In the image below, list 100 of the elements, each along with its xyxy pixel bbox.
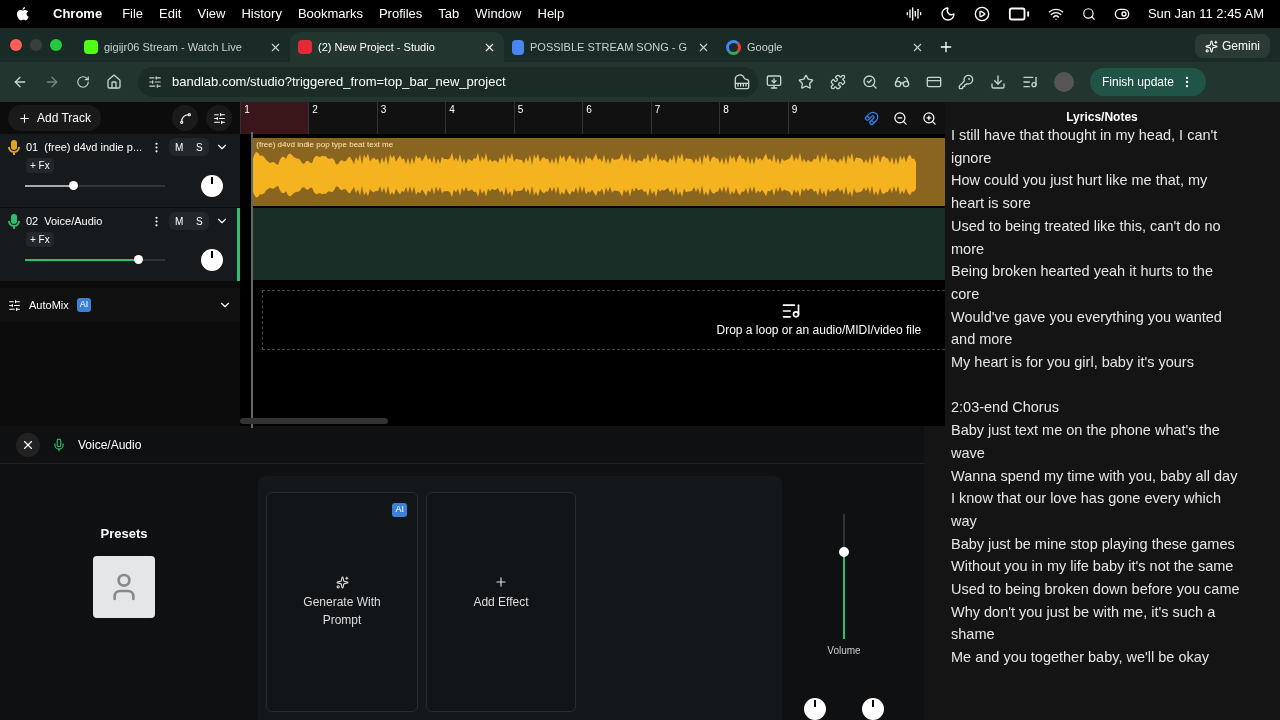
pan-knob[interactable] [201, 175, 224, 197]
gemini-button[interactable]: Gemini [1195, 34, 1270, 58]
tab-title: (2) New Project - Studio [318, 39, 436, 55]
clip-title: (free) d4vd indie pop type beat text me [255, 139, 395, 150]
solo-button[interactable]: S [189, 138, 210, 156]
pan-knob[interactable] [862, 698, 884, 720]
lyric-line: Why don't you just be with me, it's such a shame [951, 602, 1217, 645]
search-icon [1081, 7, 1096, 21]
add-track-button[interactable]: Add Track [8, 105, 102, 131]
bar-number: 2 [308, 102, 377, 134]
plus-icon [494, 575, 508, 589]
lyric-line: Baby just text me on the phone what's the wave [951, 421, 1221, 463]
ai-badge: AI [392, 503, 407, 517]
browser-tab[interactable]: (2) New Project - Studio [290, 32, 504, 62]
menu-item[interactable]: File [114, 4, 152, 24]
fit-button[interactable] [206, 105, 233, 131]
browser-tab[interactable]: gigijr06 Stream - Watch Live [76, 32, 290, 62]
control-center-icon [1113, 6, 1130, 22]
maximize-window-button[interactable] [50, 39, 62, 51]
lyric-line: I still have that thought in my head, I can't ignore [951, 126, 1219, 168]
plus-icon [18, 111, 31, 125]
track-number: 01 [26, 139, 39, 155]
volume-label: Volume [827, 644, 861, 658]
mic-icon [52, 437, 66, 452]
menu-item[interactable]: Tab [430, 4, 468, 24]
install-icon [766, 74, 782, 90]
url-text: bandlab.com/studio?triggered_from=top_bar_new_project [172, 73, 506, 92]
reload-icon [76, 75, 90, 89]
lyric-line: Baby just be mine stop playing these games [951, 534, 1236, 554]
incognito-icon [894, 74, 910, 90]
sliders-icon [212, 111, 226, 125]
play-icon [973, 6, 990, 22]
lyric-line: Used to being treated like this, can't do no more [951, 216, 1222, 259]
download-icon [990, 74, 1006, 90]
menu-item[interactable]: Edit [151, 4, 190, 24]
page-search-icon [862, 74, 878, 90]
mute-button[interactable]: M [169, 212, 190, 230]
music-note-icon [781, 301, 802, 321]
drop-hint: Drop a loop or an audio/MIDI/video file [716, 322, 922, 339]
bar-number: 5 [513, 102, 583, 134]
sparkle-icon [335, 575, 349, 589]
finish-update-button[interactable]: Finish update [1090, 68, 1207, 96]
close-button[interactable] [16, 432, 40, 457]
menu-item[interactable]: Help [529, 4, 573, 24]
lyric-line: Wanna spend my time with you, baby all day [951, 466, 1239, 486]
lyric-line: Would've gave you everything you wanted and more [951, 307, 1223, 350]
bar-number: 8 [719, 102, 788, 134]
tab-title: POSSIBLE STREAM SONG - G [530, 39, 689, 55]
address-bar[interactable]: bandlab.com/studio?triggered_from=top_bar_new_project [138, 67, 758, 97]
home-icon [106, 74, 122, 90]
track-name[interactable]: (free) d4vd indie p... [44, 138, 145, 156]
lyrics-title: Lyrics/Notes [1065, 109, 1139, 126]
bar-number: 6 [582, 102, 651, 134]
lyric-line: My heart is for you girl, baby it's yours [951, 353, 1195, 373]
key-icon [958, 74, 974, 90]
browser-tab[interactable]: Google [718, 32, 932, 62]
track-name[interactable]: Voice/Audio [44, 212, 145, 230]
track-header[interactable]: 02 Voice/Audio M S + Fx [0, 208, 241, 281]
menu-item[interactable]: Bookmarks [289, 4, 371, 24]
bar-number: 4 [445, 102, 514, 134]
magnet-icon [864, 110, 880, 126]
browser-tab[interactable]: POSSIBLE STREAM SONG - G [504, 32, 718, 62]
drop-zone[interactable]: Drop a loop or an audio/MIDI/video file [262, 290, 946, 350]
automation-button[interactable] [172, 105, 199, 131]
mute-button[interactable]: M [169, 138, 190, 156]
tab-title: gigijr06 Stream - Watch Live [104, 39, 243, 55]
horizontal-scrollbar[interactable] [240, 418, 389, 424]
audio-clip[interactable]: (free) d4vd indie pop type beat text me [252, 138, 946, 206]
preset-thumbnail[interactable] [93, 555, 155, 618]
zoom-in-icon [922, 110, 938, 126]
mixer-icon [8, 298, 21, 312]
add-fx-button[interactable]: + Fx [26, 232, 54, 247]
menu-item[interactable]: View [189, 4, 234, 24]
track-header[interactable]: 01 (free) d4vd indie p... M S + Fx [0, 134, 241, 207]
lyric-line: Me and you together baby, we'll be okay [951, 648, 1211, 668]
card-label: Generate With Prompt [302, 593, 382, 629]
lyric-line: I know that our love has gone every which way [951, 489, 1222, 531]
add-effect-card[interactable]: Add Effect [426, 492, 576, 712]
document-icon [512, 39, 524, 55]
generate-card[interactable]: AI Generate With Prompt [266, 492, 418, 712]
automix-label[interactable]: AutoMix [29, 296, 69, 314]
lyric-line: How could you just hurt like me that, my heart is sore [951, 171, 1209, 214]
lyric-line: Without you in my life baby it's not the same [951, 557, 1235, 577]
moon-icon [939, 6, 956, 22]
sparkle-icon [1205, 39, 1218, 53]
pan-knob[interactable] [804, 698, 826, 720]
card-icon [926, 74, 942, 90]
playhead[interactable] [251, 132, 254, 428]
apple-logo-icon[interactable] [16, 6, 29, 22]
menu-item[interactable]: Profiles [370, 4, 431, 24]
menu-item[interactable]: Window [467, 4, 530, 24]
add-fx-button[interactable]: + Fx [26, 158, 54, 173]
close-window-button[interactable] [10, 39, 22, 51]
app-menu[interactable]: Chrome [49, 4, 107, 24]
menu-item[interactable]: History [233, 4, 290, 24]
bar-number: 1 [240, 102, 309, 134]
pan-knob[interactable] [201, 249, 224, 271]
back-icon [12, 74, 28, 90]
solo-button[interactable]: S [189, 212, 210, 230]
puzzle-icon [830, 74, 846, 90]
